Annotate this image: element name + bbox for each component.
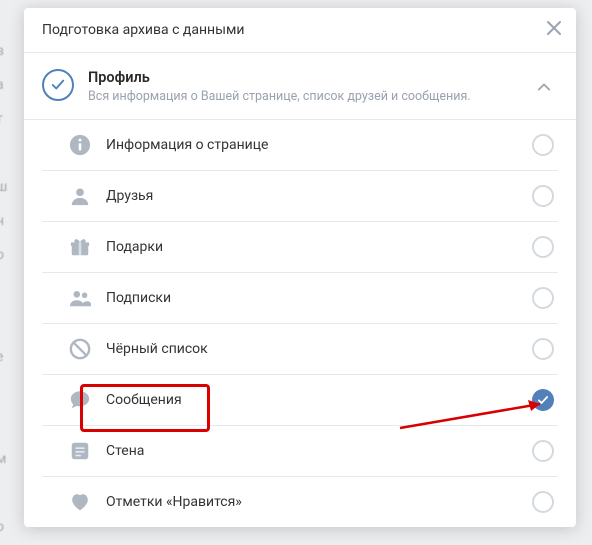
- row-radio[interactable]: [532, 338, 554, 360]
- row-radio[interactable]: [532, 134, 554, 156]
- wall-icon: [68, 439, 92, 463]
- heart-icon: [68, 490, 92, 514]
- section-title: Профиль: [88, 69, 530, 87]
- row-label: Друзья: [106, 188, 532, 204]
- people-icon: [68, 286, 92, 310]
- section-check-icon: [42, 69, 74, 101]
- row-radio[interactable]: [532, 491, 554, 513]
- chat-icon: [68, 388, 92, 412]
- dialog-header: Подготовка архива с данными: [24, 8, 576, 53]
- chevron-up-icon[interactable]: [530, 80, 558, 94]
- row-radio[interactable]: [532, 440, 554, 462]
- ban-icon: [68, 337, 92, 361]
- profile-rows: Информация о странице Друзья Подарки: [24, 120, 576, 527]
- person-icon: [68, 184, 92, 208]
- row-likes[interactable]: Отметки «Нравится»: [42, 476, 558, 527]
- row-subs[interactable]: Подписки: [42, 272, 558, 323]
- row-gifts[interactable]: Подарки: [42, 221, 558, 272]
- row-label: Стена: [106, 443, 532, 459]
- row-label: Отметки «Нравится»: [106, 494, 532, 510]
- section-description: Вся информация о Вашей странице, список …: [88, 89, 530, 105]
- background-obscured-text: ватшноемо: [0, 0, 7, 544]
- row-wall[interactable]: Стена: [42, 425, 558, 476]
- row-friends[interactable]: Друзья: [42, 170, 558, 221]
- row-radio[interactable]: [532, 185, 554, 207]
- export-data-dialog: Подготовка архива с данными Профиль Вся …: [24, 8, 576, 527]
- row-label: Чёрный список: [106, 341, 532, 357]
- row-messages[interactable]: Сообщения: [42, 374, 558, 425]
- row-label: Подписки: [106, 290, 532, 306]
- row-label: Подарки: [106, 239, 532, 255]
- profile-section-header[interactable]: Профиль Вся информация о Вашей странице,…: [24, 53, 576, 120]
- gift-icon: [68, 235, 92, 259]
- info-icon: [68, 133, 92, 157]
- row-blacklist[interactable]: Чёрный список: [42, 323, 558, 374]
- row-radio[interactable]: [532, 236, 554, 258]
- row-radio-checked[interactable]: [532, 389, 554, 411]
- row-label: Информация о странице: [106, 137, 532, 153]
- row-label: Сообщения: [106, 392, 532, 408]
- row-info[interactable]: Информация о странице: [42, 120, 558, 170]
- row-radio[interactable]: [532, 287, 554, 309]
- close-icon[interactable]: [546, 20, 562, 36]
- dialog-title: Подготовка архива с данными: [42, 22, 244, 38]
